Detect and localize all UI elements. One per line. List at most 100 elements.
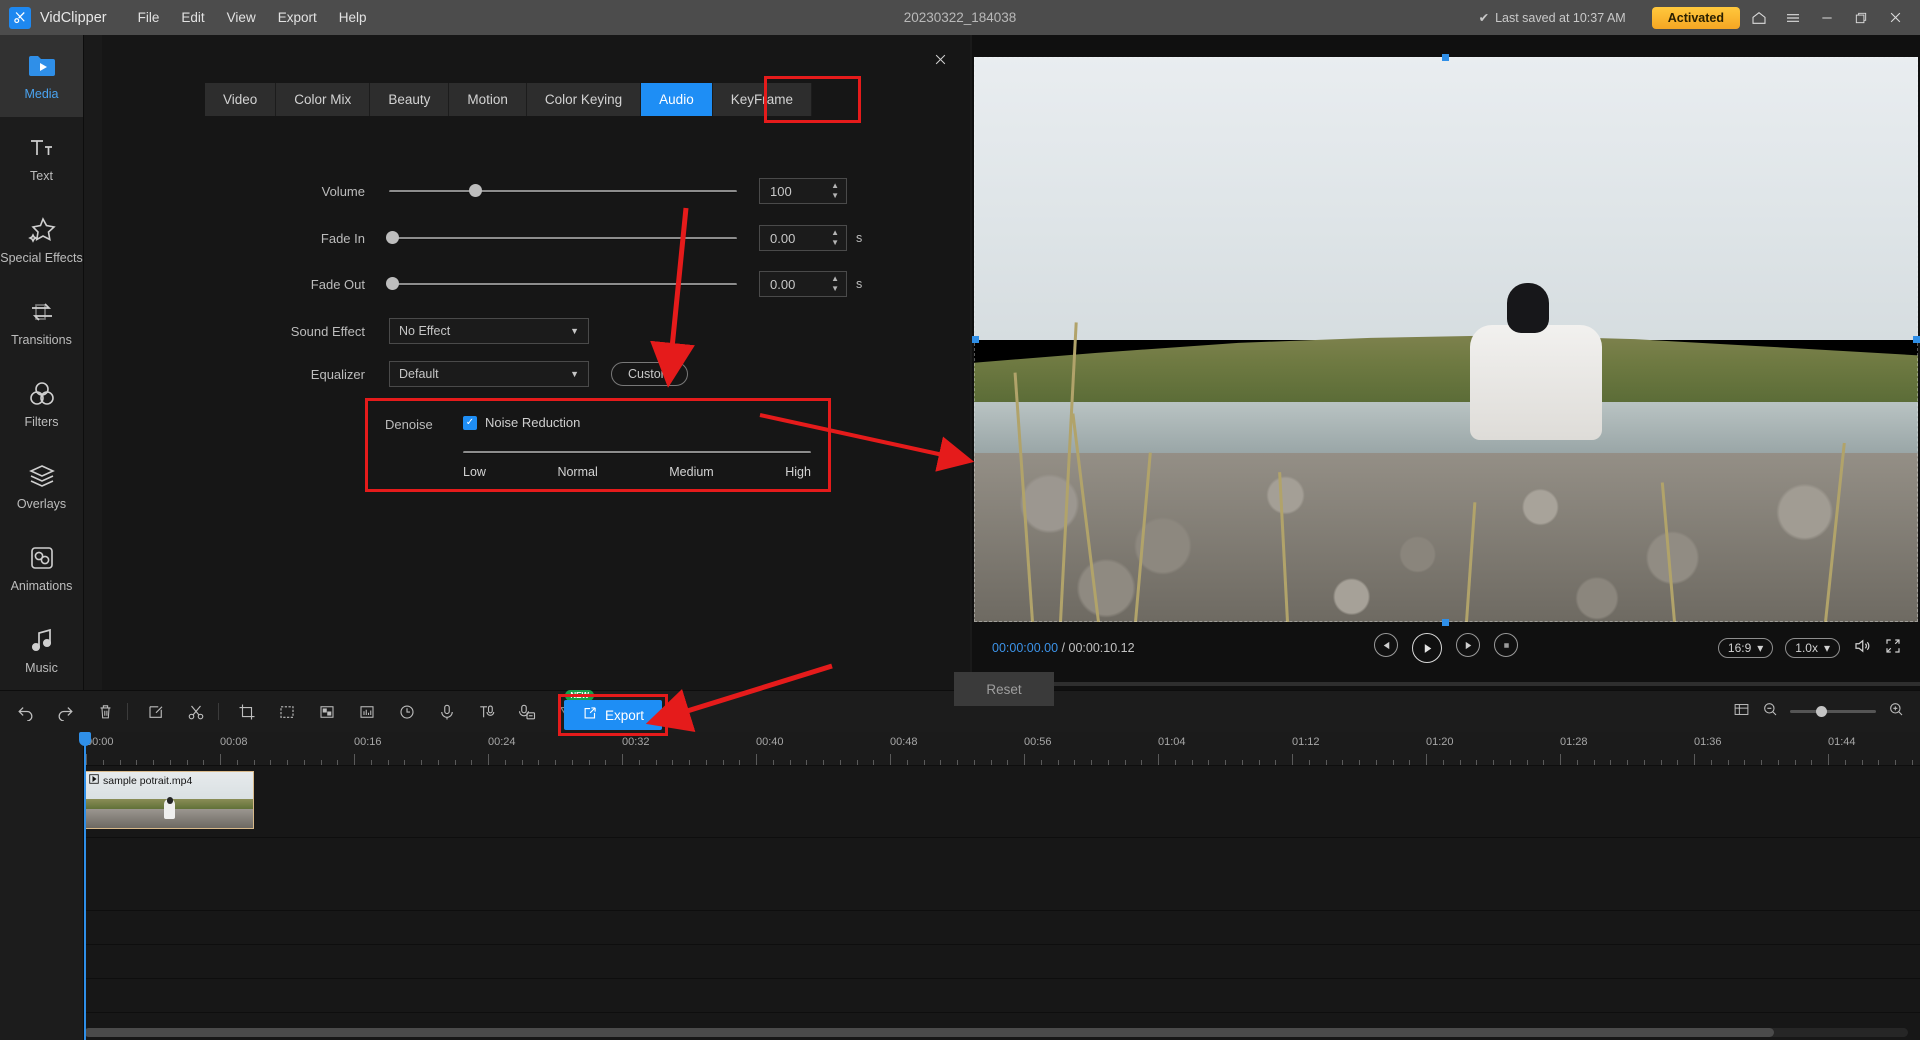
fade-out-slider-knob[interactable]: [386, 277, 399, 290]
title-bar: VidClipper File Edit View Export Help 20…: [0, 0, 1920, 35]
ruler-major-tick: [1426, 754, 1427, 765]
denoise-section: Denoise ✓ Noise Reduction Low Normal Med…: [365, 398, 831, 492]
timeline-hscrollbar[interactable]: [84, 1028, 1908, 1037]
speed-clock-icon[interactable]: [390, 697, 424, 727]
equalizer-select[interactable]: Default ▼: [389, 361, 589, 387]
ruler-minor-tick: [1878, 760, 1879, 765]
play-icon[interactable]: [1412, 633, 1442, 663]
sidebar-item-music[interactable]: Music: [0, 609, 83, 691]
resize-handle-top[interactable]: [1442, 54, 1449, 61]
ruler-minor-tick: [555, 760, 556, 765]
sidebar-item-text[interactable]: Text: [0, 117, 83, 199]
chevron-down-icon: ▼: [570, 326, 579, 336]
resize-icon[interactable]: [270, 697, 304, 727]
custom-equalizer-button[interactable]: Custom: [611, 362, 688, 386]
timeline-playhead[interactable]: [84, 732, 86, 1040]
sidebar-item-transitions[interactable]: Transitions: [0, 281, 83, 363]
redo-icon[interactable]: [48, 697, 82, 727]
text-to-speech-icon[interactable]: [470, 697, 504, 727]
edit-icon[interactable]: [139, 697, 173, 727]
volume-stepper[interactable]: ▲▼: [831, 182, 839, 200]
stop-icon[interactable]: [1494, 633, 1518, 657]
fade-in-slider-knob[interactable]: [386, 231, 399, 244]
track-row-video[interactable]: sample potrait.mp4: [0, 766, 1920, 838]
sidebar-item-animations[interactable]: Animations: [0, 527, 83, 609]
sidebar-item-media[interactable]: Media: [0, 35, 83, 117]
track-body[interactable]: sample potrait.mp4: [84, 766, 1920, 837]
close-icon[interactable]: [926, 45, 954, 73]
resize-handle-left[interactable]: [972, 336, 979, 343]
preview-progress-bar[interactable]: [972, 682, 1920, 686]
step-backward-icon[interactable]: [1374, 633, 1398, 657]
overlays-stack-icon: [27, 461, 57, 491]
step-forward-icon[interactable]: [1456, 633, 1480, 657]
video-canvas[interactable]: [974, 57, 1918, 622]
tab-motion[interactable]: Motion: [449, 83, 527, 116]
fade-out-slider[interactable]: [389, 277, 737, 291]
track-body[interactable]: [84, 945, 1920, 978]
crop-icon[interactable]: [230, 697, 264, 727]
track-row-pip[interactable]: 1: [0, 838, 1920, 911]
zoom-in-icon[interactable]: [1888, 701, 1904, 722]
sidebar-item-special-effects[interactable]: Special Effects: [0, 199, 83, 281]
fade-in-stepper[interactable]: ▲▼: [831, 229, 839, 247]
volume-value: 100: [760, 184, 792, 199]
sound-effect-select[interactable]: No Effect ▼: [389, 318, 589, 344]
split-scissors-icon[interactable]: [179, 697, 213, 727]
star-sparkle-icon: [27, 215, 57, 245]
ruler-minor-tick: [823, 760, 824, 765]
track-row-music[interactable]: 1: [0, 945, 1920, 979]
denoise-level-slider[interactable]: [463, 446, 811, 459]
sidebar-item-label: Special Effects: [0, 251, 82, 265]
track-body[interactable]: [84, 979, 1920, 1012]
undo-icon[interactable]: [8, 697, 42, 727]
fade-out-stepper[interactable]: ▲▼: [831, 275, 839, 293]
sidebar-item-label: Filters: [24, 415, 58, 429]
tab-color-keying[interactable]: Color Keying: [527, 83, 641, 116]
playhead-handle[interactable]: [79, 732, 91, 746]
audio-wave-icon[interactable]: [350, 697, 384, 727]
tab-color-mix[interactable]: Color Mix: [276, 83, 370, 116]
reset-button[interactable]: Reset: [954, 672, 1054, 706]
sidebar-item-overlays[interactable]: Overlays: [0, 445, 83, 527]
timeline-zoom-knob[interactable]: [1816, 706, 1827, 717]
export-highlight: Export: [558, 694, 668, 736]
player-controls-bar: 00:00:00.00 / 00:00:10.12 16:9 ▾ 1.0x ▾: [972, 624, 1920, 672]
track-view-icon[interactable]: [1733, 701, 1750, 723]
noise-reduction-checkbox[interactable]: ✓ Noise Reduction: [463, 415, 580, 430]
track-row-text[interactable]: 1: [0, 911, 1920, 945]
timeline-zoom-slider[interactable]: [1790, 710, 1876, 713]
tab-audio[interactable]: Audio: [641, 83, 713, 116]
timeline-clip[interactable]: sample potrait.mp4: [84, 771, 254, 829]
mosaic-icon[interactable]: [310, 697, 344, 727]
tab-video[interactable]: Video: [205, 83, 276, 116]
fade-out-input[interactable]: 0.00 ▲▼: [759, 271, 847, 297]
voiceover-mic-icon[interactable]: [430, 697, 464, 727]
resize-handle-right[interactable]: [1913, 336, 1920, 343]
sidebar-item-label: Text: [30, 169, 53, 183]
tab-keyframe[interactable]: KeyFrame: [713, 83, 812, 116]
timeline-hscrollbar-thumb[interactable]: [84, 1028, 1774, 1037]
track-body[interactable]: [84, 838, 1920, 910]
export-button[interactable]: Export: [564, 700, 662, 730]
volume-slider-knob[interactable]: [469, 184, 482, 197]
clip-name: sample potrait.mp4: [89, 774, 192, 787]
tab-beauty[interactable]: Beauty: [370, 83, 449, 116]
fade-in-input[interactable]: 0.00 ▲▼: [759, 225, 847, 251]
delete-icon[interactable]: [88, 697, 122, 727]
fade-in-slider[interactable]: [389, 231, 737, 245]
volume-slider[interactable]: [389, 184, 737, 198]
zoom-out-icon[interactable]: [1762, 701, 1778, 722]
volume-input[interactable]: 100 ▲▼: [759, 178, 847, 204]
timeline-ruler[interactable]: 00:0000:0800:1600:2400:3200:4000:4800:56…: [84, 732, 1920, 766]
sidebar-item-filters[interactable]: Filters: [0, 363, 83, 445]
ruler-major-tick: [1292, 754, 1293, 765]
speech-to-text-icon[interactable]: [510, 697, 544, 727]
ruler-minor-tick: [924, 760, 925, 765]
track-body[interactable]: [84, 911, 1920, 944]
ruler-minor-tick: [371, 760, 372, 765]
ruler-minor-tick: [1108, 760, 1109, 765]
track-row-voiceover[interactable]: 1: [0, 979, 1920, 1013]
media-folder-icon: [27, 51, 57, 81]
ruler-minor-tick: [1242, 760, 1243, 765]
